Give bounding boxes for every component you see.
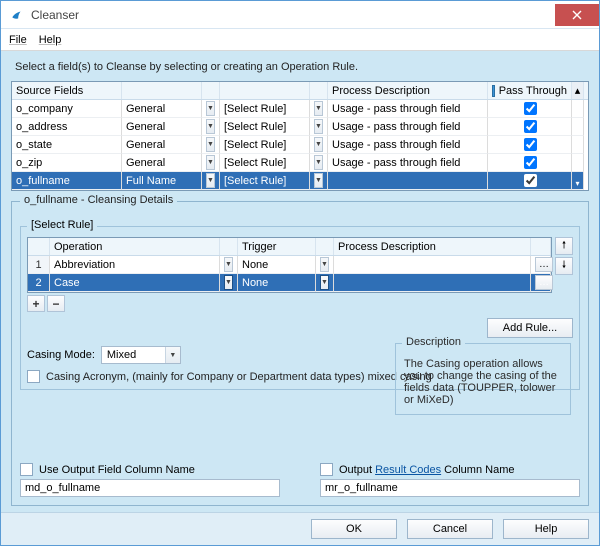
cleansing-details-title: o_fullname - Cleansing Details [20,194,177,206]
titlebar: Cleanser [1,1,599,29]
remove-row-button[interactable]: − [47,295,65,312]
select-rule-group: [Select Rule] Operation Trigger Process … [20,226,580,390]
col-operation[interactable]: Operation [50,238,220,255]
result-codes-link[interactable]: Result Codes [375,464,441,476]
cancel-button[interactable]: Cancel [407,519,493,539]
row-move-buttons: 🠕 🠗 [555,237,573,293]
close-button[interactable] [555,4,599,26]
col-trigger[interactable]: Trigger [238,238,316,255]
source-row[interactable]: o_address General ▼ [Select Rule] ▼ Usag… [12,118,588,136]
type-dropdown[interactable]: ▼ [206,119,215,134]
rule-dropdown[interactable]: ▼ [314,137,323,152]
description-title: Description [402,336,465,348]
instruction-text: Select a field(s) to Cleanse by selectin… [15,61,585,73]
operations-grid: Operation Trigger Process Description 1 … [27,237,552,293]
type-dropdown[interactable]: ▼ [206,155,215,170]
help-button[interactable]: Help [503,519,589,539]
dialog-footer: OK Cancel Help [1,512,599,545]
grid-header-row: Source Fields Process Description Pass T… [12,82,588,100]
col-type-dd [202,82,220,99]
menubar: File Help [1,29,599,51]
move-up-button[interactable]: 🠕 [555,237,573,255]
passthrough-checkbox[interactable] [524,156,537,169]
operation-dropdown[interactable]: ▼ [224,257,233,272]
grid-scroll-up[interactable]: ▴ [572,82,584,99]
passthrough-checkbox[interactable] [524,102,537,115]
type-dropdown[interactable]: ▼ [206,101,215,116]
operation-row[interactable]: 1 Abbreviation ▼ None ▼ … [28,256,551,274]
source-row-selected[interactable]: o_fullname Full Name ▼ [Select Rule] ▼ ▾ [12,172,588,190]
col-passthrough[interactable]: Pass Through [488,82,572,99]
menu-file[interactable]: File [9,34,27,46]
content-area: Select a field(s) to Cleanse by selectin… [1,51,599,512]
use-output-col-checkbox[interactable] [20,463,33,476]
description-box: Description The Casing operation allows … [395,343,571,415]
col-rule-dd [310,82,328,99]
col-process[interactable]: Process Description [328,82,488,99]
menu-help[interactable]: Help [39,34,62,46]
result-codes-col-input[interactable] [320,479,580,497]
type-dropdown[interactable]: ▼ [206,173,215,188]
col-rule[interactable] [220,82,310,99]
cleansing-details-group: o_fullname - Cleansing Details [Select R… [11,201,589,506]
passthrough-checkbox[interactable] [524,138,537,151]
casing-mode-combo[interactable]: Mixed ▼ [101,346,181,364]
rule-dropdown[interactable]: ▼ [314,119,323,134]
operations-header-row: Operation Trigger Process Description [28,238,551,256]
operation-dropdown[interactable]: ▼ [224,275,233,290]
passthrough-header-checkbox[interactable] [492,85,495,97]
output-result-codes-checkbox[interactable] [320,463,333,476]
output-options: Use Output Field Column Name Output Resu… [20,453,580,497]
type-dropdown[interactable]: ▼ [206,137,215,152]
cleanser-window: Cleanser File Help Select a field(s) to … [0,0,600,546]
source-row[interactable]: o_zip General ▼ [Select Rule] ▼ Usage - … [12,154,588,172]
casing-acronym-label: Casing Acronym, (mainly for Company or D… [46,371,432,383]
window-title: Cleanser [31,8,79,22]
chevron-down-icon: ▼ [165,347,180,363]
row-options-button[interactable]: … [535,275,553,290]
add-row-button[interactable]: + [27,295,45,312]
col-type[interactable] [122,82,202,99]
col-rownum [28,238,50,255]
casing-mode-label: Casing Mode: [27,349,95,361]
rule-dropdown[interactable]: ▼ [314,155,323,170]
grid-scroll-down[interactable]: ▾ [572,172,584,190]
output-col-name-input[interactable] [20,479,280,497]
passthrough-checkbox[interactable] [524,120,537,133]
trigger-dropdown[interactable]: ▼ [320,257,329,272]
add-rule-button[interactable]: Add Rule... [487,318,573,338]
ok-button[interactable]: OK [311,519,397,539]
source-row[interactable]: o_state General ▼ [Select Rule] ▼ Usage … [12,136,588,154]
trigger-dropdown[interactable]: ▼ [320,275,329,290]
operation-row-selected[interactable]: 2 Case ▼ None ▼ … [28,274,551,292]
output-result-codes-label: Output Result Codes Column Name [339,464,514,476]
passthrough-checkbox[interactable] [524,174,537,187]
use-output-col-label: Use Output Field Column Name [39,464,195,476]
source-fields-grid: Source Fields Process Description Pass T… [11,81,589,191]
source-row[interactable]: o_company General ▼ [Select Rule] ▼ Usag… [12,100,588,118]
app-icon [9,7,25,23]
description-text: The Casing operation allows you to chang… [404,358,562,406]
move-down-button[interactable]: 🠗 [555,257,573,275]
row-options-button[interactable]: … [535,257,553,272]
col-process2[interactable]: Process Description [334,238,531,255]
rule-dropdown[interactable]: ▼ [314,173,323,188]
col-source-fields[interactable]: Source Fields [12,82,122,99]
rule-dropdown[interactable]: ▼ [314,101,323,116]
select-rule-legend: [Select Rule] [27,219,97,231]
casing-acronym-checkbox[interactable] [27,370,40,383]
